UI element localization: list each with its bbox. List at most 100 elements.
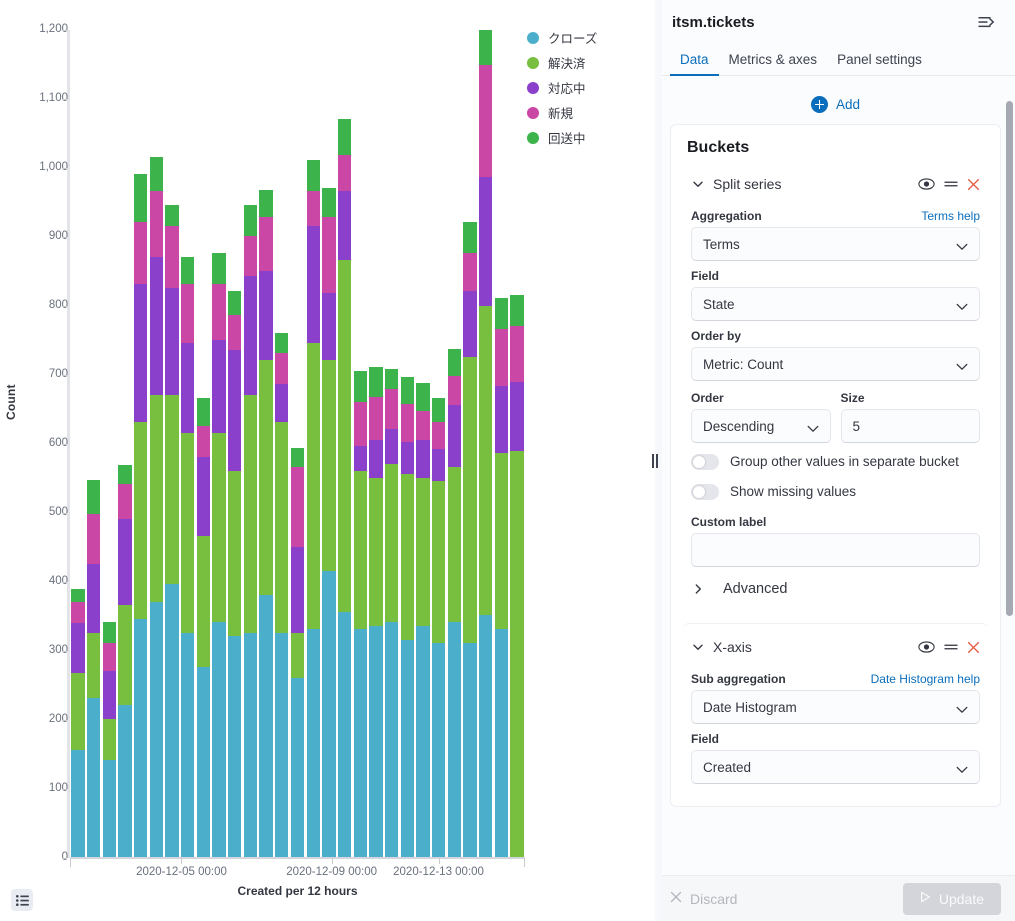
- field-select[interactable]: State: [691, 287, 980, 321]
- bar-segment[interactable]: [149, 601, 163, 857]
- bar-segment[interactable]: [384, 622, 399, 857]
- bar-segment[interactable]: [479, 65, 493, 178]
- bar-segment[interactable]: [400, 404, 414, 443]
- bar-segment[interactable]: [259, 360, 273, 595]
- bar-stack[interactable]: [368, 30, 384, 857]
- bar-segment[interactable]: [71, 602, 85, 624]
- bar-segment[interactable]: [196, 398, 210, 426]
- bar-stack[interactable]: [274, 30, 290, 857]
- bar-segment[interactable]: [165, 225, 179, 288]
- bar-stack[interactable]: [133, 30, 149, 857]
- bar-segment[interactable]: [416, 383, 430, 411]
- bar-segment[interactable]: [275, 632, 289, 857]
- bar-segment[interactable]: [275, 332, 289, 354]
- x-axis-header[interactable]: X-axis: [687, 630, 984, 664]
- bar-segment[interactable]: [306, 191, 320, 226]
- bar-stack[interactable]: [290, 30, 306, 857]
- bar-stack[interactable]: [509, 30, 525, 857]
- bar-segment[interactable]: [196, 425, 210, 457]
- bar-stack[interactable]: [86, 30, 102, 857]
- bar-segment[interactable]: [384, 368, 399, 390]
- bar-stack[interactable]: [478, 30, 494, 857]
- bar-segment[interactable]: [463, 643, 477, 857]
- bar-segment[interactable]: [165, 204, 179, 226]
- bar-stack[interactable]: [258, 30, 274, 857]
- drag-reorder-icon[interactable]: [944, 179, 958, 189]
- bar-segment[interactable]: [494, 329, 509, 386]
- chevron-down-icon[interactable]: [691, 640, 705, 654]
- bar-segment[interactable]: [369, 625, 383, 857]
- bar-segment[interactable]: [259, 217, 273, 271]
- bar-segment[interactable]: [196, 667, 210, 857]
- bar-segment[interactable]: [432, 643, 446, 857]
- bar-segment[interactable]: [86, 632, 101, 699]
- bar-segment[interactable]: [322, 360, 336, 571]
- bar-segment[interactable]: [400, 639, 414, 857]
- tab-data[interactable]: Data: [670, 44, 719, 76]
- bar-stack[interactable]: [352, 30, 368, 857]
- bar-segment[interactable]: [118, 705, 132, 857]
- bar-segment[interactable]: [353, 370, 367, 402]
- bar-segment[interactable]: [133, 422, 148, 619]
- bar-segment[interactable]: [479, 305, 493, 615]
- close-icon[interactable]: [967, 178, 980, 191]
- legend-item[interactable]: 対応中: [527, 75, 647, 100]
- x-axis-field-select[interactable]: Created: [691, 750, 980, 785]
- bar-segment[interactable]: [133, 173, 148, 223]
- bar-segment[interactable]: [447, 376, 461, 406]
- bar-segment[interactable]: [71, 750, 85, 857]
- bar-segment[interactable]: [118, 605, 132, 706]
- add-button[interactable]: Add: [670, 84, 1001, 124]
- bar-segment[interactable]: [337, 191, 352, 261]
- aggregation-select[interactable]: Terms: [691, 227, 980, 261]
- bar-segment[interactable]: [243, 204, 258, 237]
- group-other-toggle[interactable]: [691, 454, 719, 470]
- bar-segment[interactable]: [337, 119, 352, 156]
- bar-segment[interactable]: [118, 518, 132, 606]
- bar-stack[interactable]: [243, 30, 259, 857]
- bar-segment[interactable]: [416, 410, 430, 440]
- bar-segment[interactable]: [228, 349, 242, 471]
- discard-button[interactable]: Discard: [670, 890, 737, 908]
- bar-segment[interactable]: [306, 629, 320, 857]
- bar-segment[interactable]: [290, 677, 305, 857]
- order-select[interactable]: Descending: [691, 409, 831, 443]
- bar-segment[interactable]: [306, 342, 320, 630]
- bar-segment[interactable]: [118, 484, 132, 519]
- bar-segment[interactable]: [322, 570, 336, 857]
- bar-segment[interactable]: [86, 698, 101, 857]
- bar-segment[interactable]: [133, 618, 148, 857]
- legend-item[interactable]: 回送中: [527, 125, 647, 150]
- bar-stack[interactable]: [321, 30, 337, 857]
- bar-segment[interactable]: [479, 614, 493, 857]
- bar-segment[interactable]: [416, 477, 430, 626]
- sub-aggregation-select[interactable]: Date Histogram: [691, 690, 980, 725]
- bar-stack[interactable]: [462, 30, 478, 857]
- bar-segment[interactable]: [510, 451, 524, 857]
- bar-stack[interactable]: [70, 30, 86, 857]
- bar-segment[interactable]: [212, 284, 226, 340]
- bar-segment[interactable]: [243, 632, 258, 857]
- bar-segment[interactable]: [494, 453, 509, 630]
- bar-segment[interactable]: [337, 612, 352, 857]
- bar-segment[interactable]: [86, 479, 101, 515]
- bar-segment[interactable]: [102, 719, 116, 761]
- bar-segment[interactable]: [228, 291, 242, 316]
- bar-segment[interactable]: [322, 187, 336, 217]
- bar-segment[interactable]: [322, 216, 336, 293]
- bar-stack[interactable]: [101, 30, 117, 857]
- bar-segment[interactable]: [165, 287, 179, 395]
- bar-stack[interactable]: [196, 30, 212, 857]
- bar-segment[interactable]: [149, 256, 163, 395]
- bar-segment[interactable]: [102, 643, 116, 671]
- bar-segment[interactable]: [447, 405, 461, 468]
- bar-segment[interactable]: [196, 536, 210, 668]
- bar-segment[interactable]: [149, 394, 163, 602]
- bar-segment[interactable]: [479, 30, 493, 66]
- bar-segment[interactable]: [494, 385, 509, 454]
- bar-segment[interactable]: [369, 477, 383, 626]
- legend-item[interactable]: クローズ: [527, 25, 647, 50]
- bar-segment[interactable]: [165, 394, 179, 585]
- bar-segment[interactable]: [479, 177, 493, 306]
- date-histogram-help-link[interactable]: Date Histogram help: [871, 672, 980, 686]
